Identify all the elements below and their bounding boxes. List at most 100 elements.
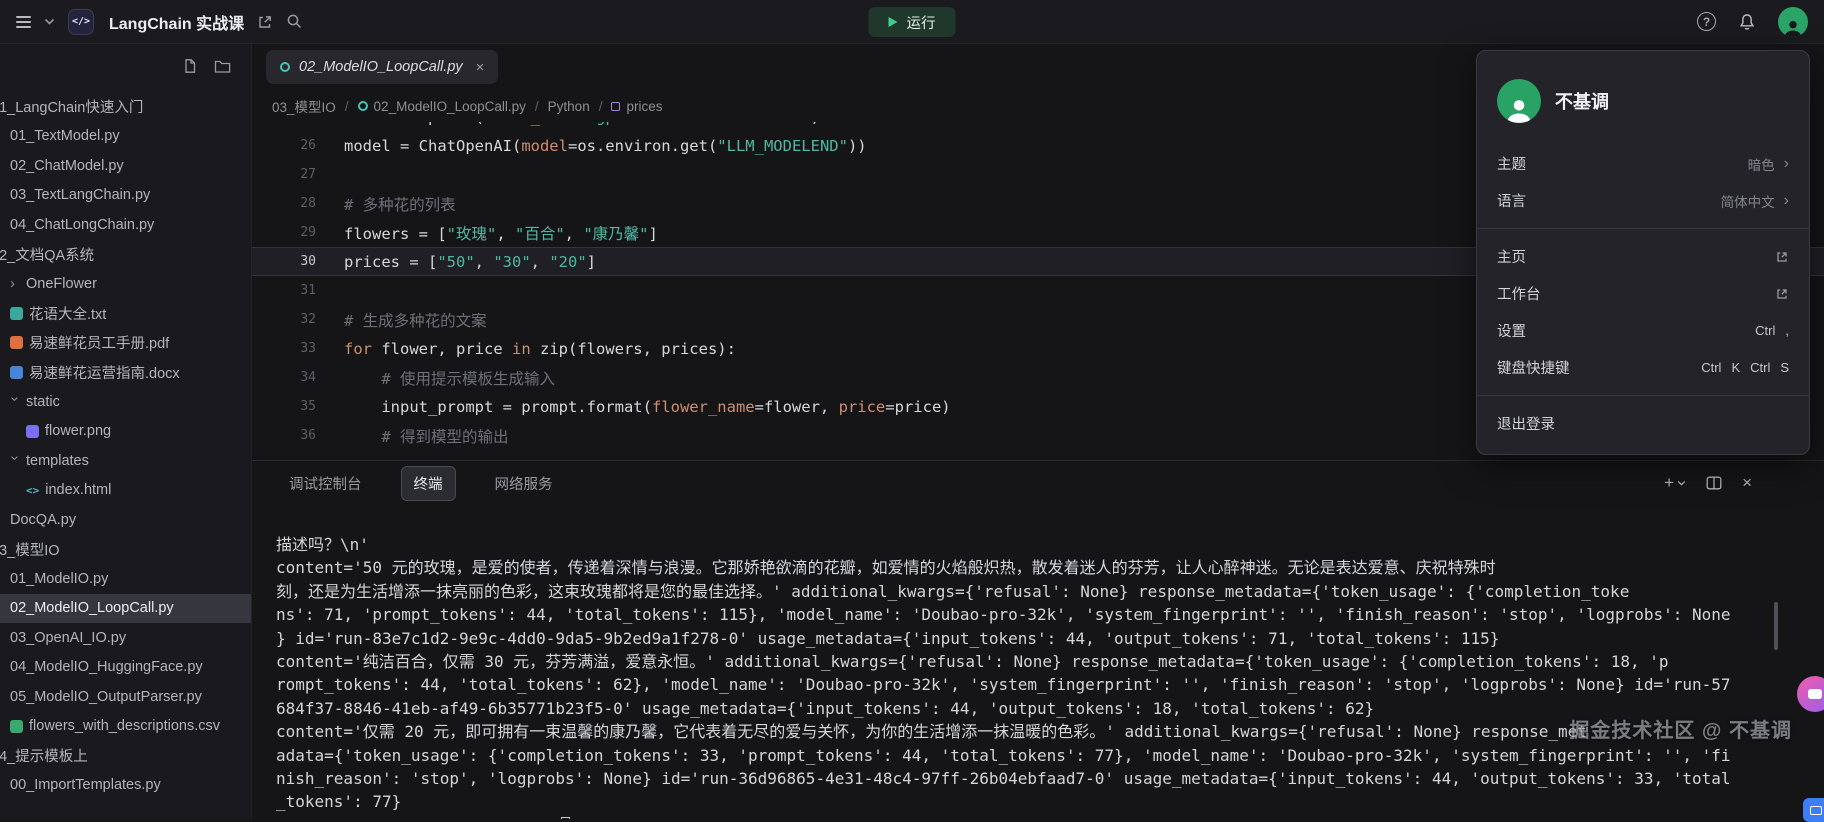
file-tree-item[interactable]: 02_ChatModel.py (0, 151, 251, 181)
menu-item-value: 简体中文 (1721, 191, 1775, 211)
menu-item-theme[interactable]: 主题暗色› (1477, 145, 1809, 182)
screen-floating-button[interactable] (1803, 798, 1824, 822)
menu-item-language[interactable]: 语言简体中文› (1477, 182, 1809, 219)
user-avatar[interactable] (1778, 7, 1808, 37)
python-file-icon (358, 101, 368, 111)
file-tree-item[interactable]: 01_LangChain快速入门 (0, 92, 251, 122)
file-tree-item[interactable]: 04_提示模板上 (0, 741, 251, 771)
menu-item-logout[interactable]: 退出登录 (1477, 405, 1809, 442)
code-text: # 多种花的列表 (316, 193, 456, 215)
file-tree-item[interactable]: ›static (0, 387, 251, 417)
menu-item-settings[interactable]: 设置Ctrl, (1477, 312, 1809, 349)
menu-item-value: 暗色 (1748, 154, 1775, 174)
plus-icon: + (1664, 473, 1674, 493)
file-tree-item[interactable]: ›templates (0, 446, 251, 476)
terminal-line: ns': 71, 'prompt_tokens': 44, 'total_tok… (276, 603, 1800, 626)
divider (1477, 228, 1809, 229)
project-title: LangChain 实战课 (109, 10, 244, 34)
split-panel-icon[interactable] (1706, 476, 1722, 490)
terminal-line: _tokens': 77} (276, 790, 1800, 813)
close-panel-icon[interactable]: × (1742, 473, 1752, 493)
line-number: 25 (252, 122, 316, 124)
file-tree-item[interactable]: flower.png (0, 417, 251, 447)
file-tree-item[interactable]: 易速鲜花员工手册.pdf (0, 328, 251, 358)
chevron-right-icon: › (1784, 155, 1789, 173)
breadcrumb-item[interactable]: 03_模型IO (272, 96, 336, 116)
file-tree-item[interactable]: <>index.html (0, 476, 251, 506)
file-tree-item[interactable]: 03_模型IO (0, 535, 251, 565)
external-link-icon (1775, 287, 1789, 301)
file-tree-item[interactable]: flowers_with_descriptions.csv (0, 712, 251, 742)
help-icon[interactable]: ? (1697, 12, 1716, 31)
terminal-output[interactable]: 描述吗？\n'content='50 元的玫瑰，是爱的使者，传递着深情与浪漫。它… (252, 505, 1824, 819)
menu-item-label: 语言 (1497, 190, 1526, 211)
new-file-icon[interactable] (182, 58, 198, 74)
file-name: 易速鲜花运营指南.docx (29, 362, 180, 383)
file-tree-item[interactable]: 02_ModelIO_LoopCall.py (0, 594, 251, 624)
panel-header: 调试控制台终端网络服务 + × (252, 461, 1824, 505)
breadcrumb-item[interactable]: prices (611, 99, 662, 114)
menu-item-workspace[interactable]: 工作台 (1477, 275, 1809, 312)
share-icon[interactable] (257, 14, 273, 30)
pdf-file-icon (10, 336, 23, 349)
file-tree-item[interactable]: 易速鲜花运营指南.docx (0, 358, 251, 388)
menu-icon[interactable] (16, 16, 31, 28)
file-tree-item[interactable]: 01_TextModel.py (0, 122, 251, 152)
editor-tab[interactable]: 02_ModelIO_LoopCall.py × (266, 50, 498, 84)
breadcrumb-item[interactable]: Python (548, 99, 590, 114)
file-tree-item[interactable]: 花语大全.txt (0, 299, 251, 329)
shortcut-key: Ctrl (1755, 323, 1775, 338)
python-file-icon (280, 62, 290, 72)
file-tree-item[interactable]: 02_文档QA系统 (0, 240, 251, 270)
file-tree: 01_LangChain快速入门 01_TextModel.py 02_ChatMo… (0, 88, 251, 819)
file-tree-item[interactable]: 05_ModelIO_OutputParser.py (0, 682, 251, 712)
bottom-panel: 调试控制台终端网络服务 + × 描述吗？\n'content='50 元的玫瑰，… (252, 460, 1824, 819)
panel-tab[interactable]: 网络服务 (482, 466, 566, 501)
file-name: 花语大全.txt (29, 303, 106, 324)
file-explorer: 01_LangChain快速入门 01_TextModel.py 02_ChatMo… (0, 44, 252, 819)
breadcrumb-item[interactable]: 02_ModelIO_LoopCall.py (358, 99, 526, 114)
profile-menu-popup: 不基调 主题暗色›语言简体中文›主页工作台设置Ctrl,键盘快捷键CtrlKCt… (1476, 50, 1810, 455)
line-number: 27 (252, 167, 316, 182)
tab-title: 02_ModelIO_LoopCall.py (299, 59, 463, 75)
file-name: static (26, 394, 60, 410)
line-number: 31 (252, 283, 316, 298)
file-name: 02_ChatModel.py (10, 158, 124, 174)
file-tree-item[interactable]: 04_ModelIO_HuggingFace.py (0, 653, 251, 683)
notifications-bell-icon[interactable] (1738, 13, 1756, 31)
variable-symbol-icon (611, 102, 620, 111)
file-name: flowers_with_descriptions.csv (29, 718, 220, 734)
file-name: 02_ModelIO_LoopCall.py (10, 600, 174, 616)
terminal-line: content='纯洁百合，仅需 30 元，芬芳满溢，爱意永恒。' additi… (276, 650, 1800, 673)
file-tree-item[interactable]: 04_ChatLongChain.py (0, 210, 251, 240)
new-folder-icon[interactable] (214, 59, 231, 74)
file-tree-item[interactable]: 00_ImportTemplates.py (0, 771, 251, 801)
file-name: 01_LangChain快速入门 (0, 96, 143, 117)
close-icon[interactable]: × (476, 59, 485, 76)
menu-item-label: 工作台 (1497, 283, 1541, 304)
file-name: flower.png (45, 423, 111, 439)
file-name: 04_ModelIO_HuggingFace.py (10, 659, 203, 675)
line-number: 28 (252, 196, 316, 211)
panel-tab[interactable]: 调试控制台 (276, 466, 375, 501)
new-terminal-icon[interactable]: + (1664, 473, 1686, 493)
code-text: input_prompt = prompt.format(flower_name… (316, 398, 951, 416)
panel-tab[interactable]: 终端 (401, 466, 456, 501)
chevron-down-icon[interactable] (44, 18, 55, 26)
file-tree-item[interactable]: 01_ModelIO.py (0, 564, 251, 594)
file-tree-item[interactable]: 03_OpenAI_IO.py (0, 623, 251, 653)
run-button[interactable]: 运行 (869, 7, 956, 37)
search-icon[interactable] (286, 13, 303, 30)
chevron-right-icon: › (10, 275, 20, 292)
file-name: DocQA.py (10, 512, 76, 528)
file-tree-item[interactable]: 03_TextLangChain.py (0, 181, 251, 211)
file-name: 05_ModelIO_OutputParser.py (10, 689, 202, 705)
line-number: 36 (252, 428, 316, 443)
terminal-line: rompt_tokens': 44, 'total_tokens': 62}, … (276, 673, 1800, 696)
menu-item-keyboard-shortcuts[interactable]: 键盘快捷键CtrlKCtrlS (1477, 349, 1809, 386)
file-tree-item[interactable]: DocQA.py (0, 505, 251, 535)
file-tree-item[interactable]: ›OneFlower (0, 269, 251, 299)
terminal-scrollbar[interactable] (1774, 602, 1778, 650)
menu-item-home[interactable]: 主页 (1477, 238, 1809, 275)
file-name: 02_文档QA系统 (0, 244, 94, 265)
